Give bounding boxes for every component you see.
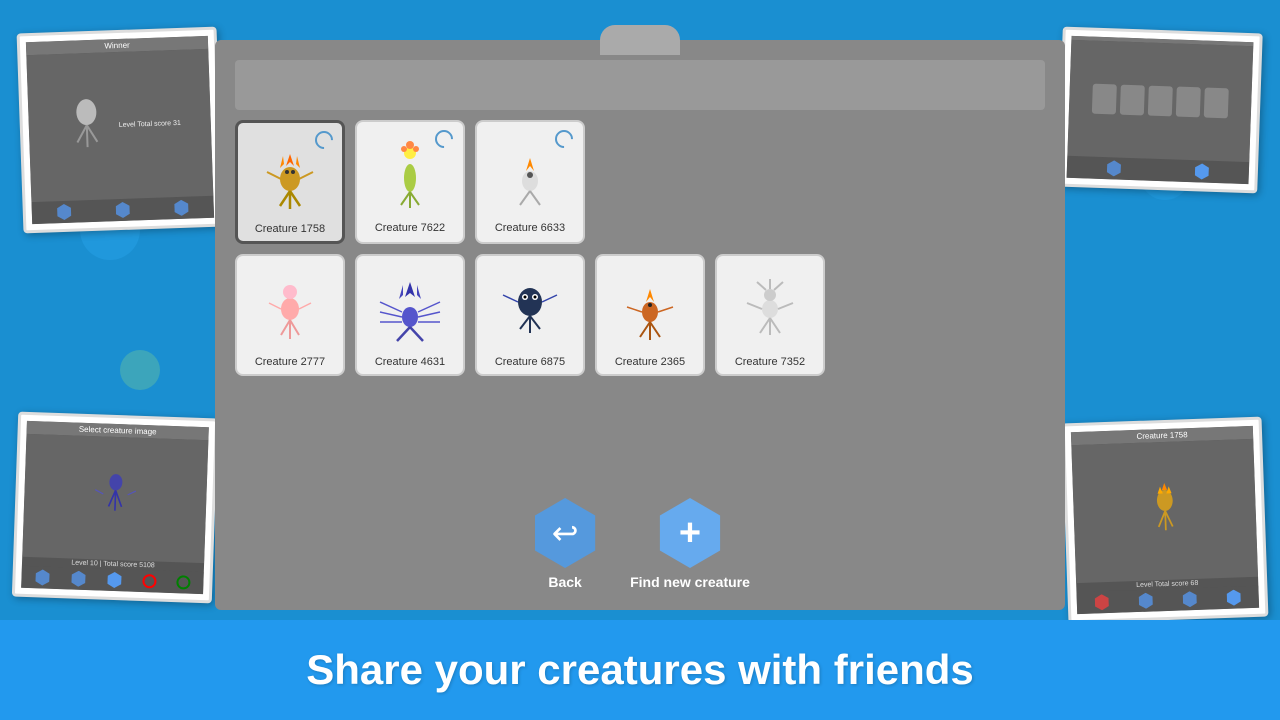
creature-card-6875[interactable]: Creature 6875 xyxy=(475,254,585,376)
back-button[interactable]: ↩ Back xyxy=(530,498,600,590)
back-hex-shape[interactable]: ↩ xyxy=(530,498,600,568)
creature-row-2: Creature 2777 xyxy=(235,254,1045,376)
frame-content-bottom-left xyxy=(22,434,208,563)
bottom-bar: Share your creatures with friends xyxy=(0,620,1280,720)
frame-red-hex-bottom-right[interactable] xyxy=(1094,594,1111,611)
bottom-bar-text: Share your creatures with friends xyxy=(306,646,974,694)
corner-frame-top-right xyxy=(1057,27,1262,194)
creature-svg-6633 xyxy=(495,133,565,213)
creature-name-2365: Creature 2365 xyxy=(615,356,685,368)
creature-name-4631: Creature 4631 xyxy=(375,356,445,368)
creature-svg-7352 xyxy=(735,267,805,347)
plus-icon: + xyxy=(679,512,701,555)
creature-card-1758[interactable]: Creature 1758 xyxy=(235,120,345,244)
frame-inner-top-right xyxy=(1067,36,1254,184)
creature-row-1: Creature 1758 xyxy=(235,120,1045,244)
frame-footer-bottom-right xyxy=(1076,586,1259,614)
creature-image-1758 xyxy=(245,129,335,219)
creature-name-1758: Creature 1758 xyxy=(255,223,325,235)
panel-top-bar xyxy=(235,60,1045,110)
creature-svg-2777 xyxy=(255,267,325,347)
creature-image-7622 xyxy=(365,128,455,218)
creature-image-4631 xyxy=(365,262,455,352)
creature-grid: Creature 1758 xyxy=(235,120,1045,478)
creature-card-2777[interactable]: Creature 2777 xyxy=(235,254,345,376)
find-hex-shape[interactable]: + xyxy=(655,498,725,568)
frame-creature-bottom-right xyxy=(1136,475,1193,547)
frame-back-hex-top-left[interactable] xyxy=(56,204,73,221)
creature-svg-2365 xyxy=(615,267,685,347)
mini-thumb-1 xyxy=(1092,84,1117,115)
frame-close-bottom-left[interactable] xyxy=(142,574,156,588)
mini-thumb-5 xyxy=(1204,88,1229,119)
frame-footer-bottom-left xyxy=(21,566,204,594)
creature-card-7352[interactable]: Creature 7352 xyxy=(715,254,825,376)
frame-forward-hex-top-left[interactable] xyxy=(115,202,132,219)
mini-thumb-3 xyxy=(1148,86,1173,117)
creature-card-2365[interactable]: Creature 2365 xyxy=(595,254,705,376)
creature-image-2365 xyxy=(605,262,695,352)
panel-tab xyxy=(600,25,680,55)
frame-blue2-hex-bottom-right[interactable] xyxy=(1182,591,1199,608)
frame-creature-bottom-left xyxy=(89,465,141,532)
main-panel: Creature 1758 xyxy=(215,40,1065,610)
creature-svg-4631 xyxy=(375,267,445,347)
frame-info-top-left: Level Total score 31 xyxy=(117,118,183,131)
frame-inner-top-left: Winner Level Total score 31 xyxy=(26,36,214,224)
creature-name-7622: Creature 7622 xyxy=(375,222,445,234)
bg-blob-2 xyxy=(120,350,160,390)
frame-find-hex-top-right[interactable] xyxy=(1194,163,1211,180)
frame-creatures-hex-bottom-left[interactable] xyxy=(70,570,87,587)
creature-card-4631[interactable]: Creature 4631 xyxy=(355,254,465,376)
creature-svg-1758 xyxy=(255,134,325,214)
frame-content-bottom-right xyxy=(1071,439,1258,583)
bottom-buttons: ↩ Back + Find new creature xyxy=(530,498,750,590)
corner-frame-bottom-right: Creature 1758 Level Total score 68 xyxy=(1062,417,1269,624)
frame-back-hex-top-right[interactable] xyxy=(1106,160,1123,177)
frame-creature-top-left xyxy=(55,86,118,168)
creature-card-7622[interactable]: Creature 7622 xyxy=(355,120,465,244)
corner-frame-bottom-left: Select creature image Level 10 | Total s… xyxy=(12,412,218,604)
frame-inner-bottom-left: Select creature image Level 10 | Total s… xyxy=(21,421,209,594)
find-new-creature-button[interactable]: + Find new creature xyxy=(630,498,750,590)
creature-svg-6875 xyxy=(495,267,565,347)
frame-back-hex-bottom-left[interactable] xyxy=(34,569,51,586)
creature-name-2777: Creature 2777 xyxy=(255,356,325,368)
frame-play-hex-top-left[interactable] xyxy=(173,200,190,217)
mini-thumb-2 xyxy=(1120,85,1145,116)
frame-confirm-bottom-left[interactable] xyxy=(176,575,190,589)
creature-name-6633: Creature 6633 xyxy=(495,222,565,234)
creature-image-7352 xyxy=(725,262,815,352)
frame-find-hex-bottom-left[interactable] xyxy=(106,572,123,589)
frame-inner-bottom-right: Creature 1758 Level Total score 68 xyxy=(1071,426,1259,614)
frame-blue-hex-bottom-right[interactable] xyxy=(1138,592,1155,609)
frame-find-hex-bottom-right[interactable] xyxy=(1225,589,1242,606)
corner-frame-top-left: Winner Level Total score 31 xyxy=(17,27,224,234)
creature-card-6633[interactable]: Creature 6633 xyxy=(475,120,585,244)
creature-svg-7622 xyxy=(375,133,445,213)
mini-thumb-4 xyxy=(1176,87,1201,118)
back-arrow-icon: ↩ xyxy=(552,514,579,552)
frame-content-top-left: Level Total score 31 xyxy=(26,49,213,202)
creature-image-6633 xyxy=(485,128,575,218)
creature-name-6875: Creature 6875 xyxy=(495,356,565,368)
creature-name-7352: Creature 7352 xyxy=(735,356,805,368)
creature-image-2777 xyxy=(245,262,335,352)
frame-content-top-right xyxy=(1067,40,1253,162)
back-label: Back xyxy=(548,574,581,590)
creature-image-6875 xyxy=(485,262,575,352)
find-new-creature-label: Find new creature xyxy=(630,574,750,590)
